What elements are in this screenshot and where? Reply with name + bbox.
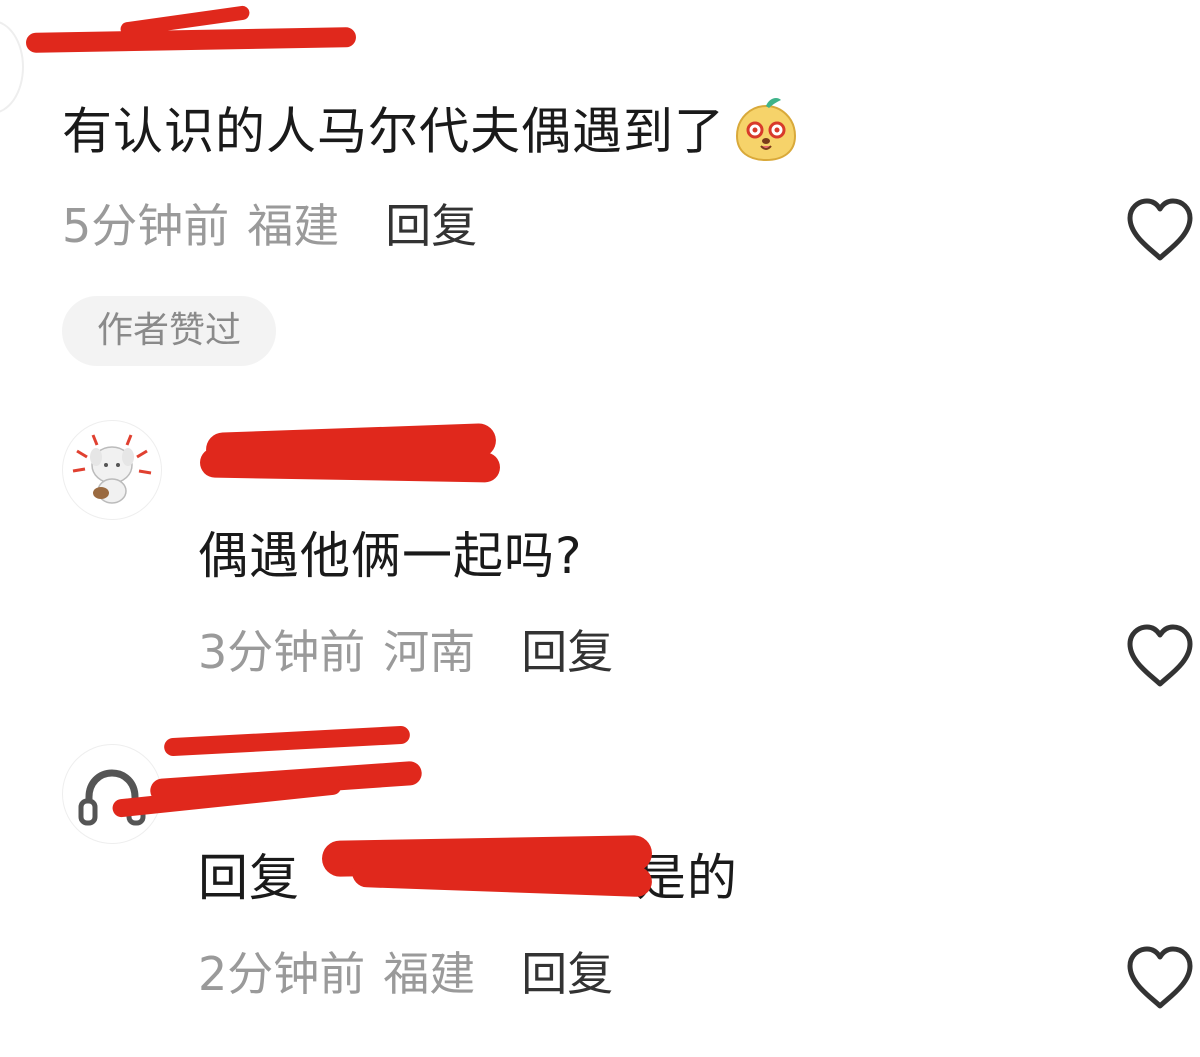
reply-time: 2分钟前 <box>198 947 366 1001</box>
heart-outline-icon[interactable] <box>1124 622 1196 688</box>
reply-button[interactable]: 回复 <box>521 625 613 679</box>
comment-time: 5分钟前 <box>62 199 230 253</box>
headphones-avatar-icon <box>78 769 146 826</box>
author-liked-badge: 作者赞过 <box>62 296 276 366</box>
comment-body: 有认识的人马尔代夫偶遇到了 <box>62 102 725 161</box>
smiling-face-sticker-icon <box>735 98 797 162</box>
cartoon-dog-avatar-icon <box>72 434 152 504</box>
comment-meta: 5分钟前 福建 回复 <box>62 198 477 254</box>
comment-text: 有认识的人马尔代夫偶遇到了 <box>62 98 801 170</box>
heart-outline-icon[interactable] <box>1124 196 1196 262</box>
redacted-username <box>163 725 411 757</box>
commenter-avatar[interactable] <box>0 20 24 114</box>
reply-region: 福建 <box>383 947 476 1001</box>
redacted-username <box>25 27 357 53</box>
reply-region: 河南 <box>383 625 476 679</box>
comment-region: 福建 <box>247 199 340 253</box>
reply-avatar-1[interactable] <box>62 420 162 520</box>
reply-meta-1: 3分钟前 河南 回复 <box>198 624 613 680</box>
reply-button[interactable]: 回复 <box>385 199 477 253</box>
redacted-username-stroke <box>199 447 501 483</box>
reply-button[interactable]: 回复 <box>521 947 613 1001</box>
reply-avatar-2[interactable] <box>62 744 162 844</box>
heart-outline-icon[interactable] <box>1124 944 1196 1010</box>
reply-text-1: 偶遇他俩一起吗? <box>198 527 583 585</box>
reply-prefix: 回复 <box>198 849 300 907</box>
reply-meta-2: 2分钟前 福建 回复 <box>198 946 613 1002</box>
reply-time: 3分钟前 <box>198 625 366 679</box>
